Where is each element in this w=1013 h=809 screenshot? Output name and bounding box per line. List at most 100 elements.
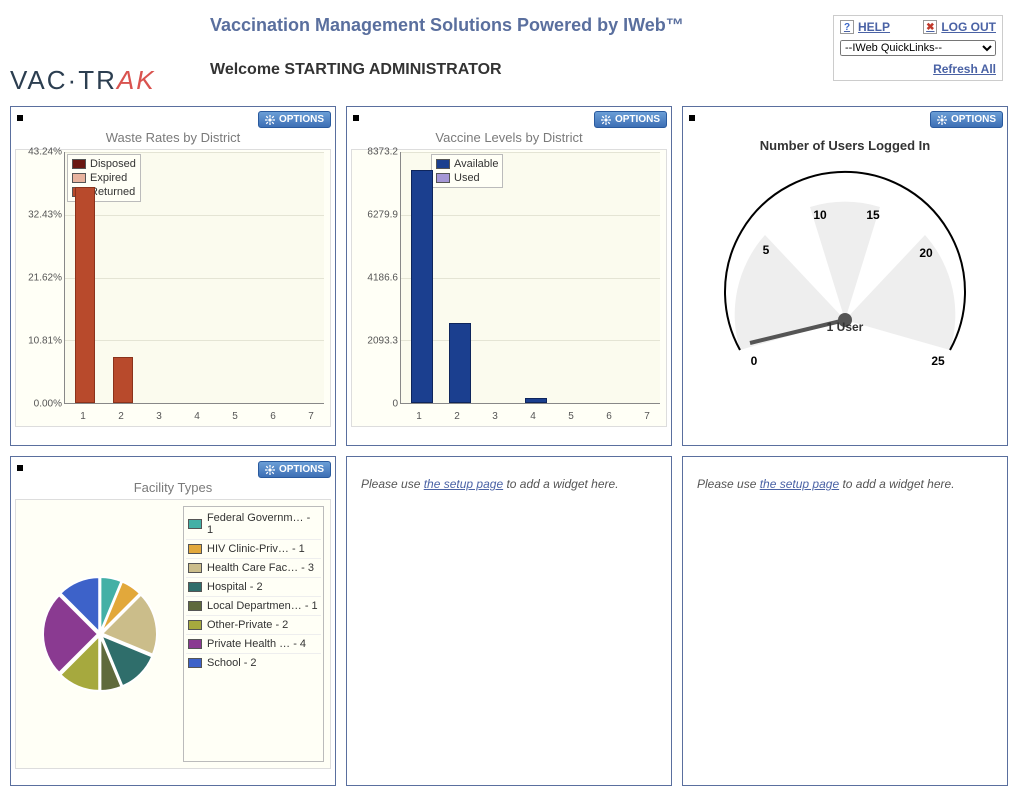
gauge: 0 5 10 15 20 25 1 User: [710, 165, 980, 365]
levels-chart: 8373.2 6279.9 4186.6 2093.3 0 Available …: [351, 149, 667, 427]
widget-empty-2: Please use the setup page to add a widge…: [682, 456, 1008, 786]
xtick: 1: [80, 411, 86, 422]
legend-row: Other-Private - 2: [186, 616, 321, 635]
chart-title: Vaccine Levels by District: [347, 130, 671, 145]
xtick: 2: [454, 411, 460, 422]
gear-icon: [265, 115, 275, 125]
ytick: 32.43%: [18, 210, 62, 221]
options-label: OPTIONS: [951, 114, 996, 125]
empty-prefix: Please use: [361, 477, 424, 491]
waste-chart: 43.24% 32.43% 21.62% 10.81% 0.00% Dispos…: [15, 149, 331, 427]
widget-vaccine-levels: OPTIONS Vaccine Levels by District 8373.…: [346, 106, 672, 446]
xtick: 2: [118, 411, 124, 422]
gear-icon: [601, 115, 611, 125]
top-right-panel: ? HELP ✖ LOG OUT --IWeb QuickLinks-- Ref…: [833, 15, 1003, 81]
legend-row: Private Health … - 4: [186, 635, 321, 654]
widget-empty-1: Please use the setup page to add a widge…: [346, 456, 672, 786]
options-label: OPTIONS: [279, 114, 324, 125]
legend-row: Hospital - 2: [186, 578, 321, 597]
widget-bullet: [353, 115, 359, 121]
widget-bullet: [17, 465, 23, 471]
widget-waste-rates: OPTIONS Waste Rates by District 43.24% 3…: [10, 106, 336, 446]
svg-text:0: 0: [751, 354, 758, 365]
legend-row: HIV Clinic-Priv… - 1: [186, 540, 321, 559]
setup-page-link[interactable]: the setup page: [424, 477, 503, 491]
legend-label: Hospital - 2: [207, 581, 263, 593]
bar: [449, 323, 471, 403]
svg-text:5: 5: [763, 243, 770, 257]
widget-facility-types: OPTIONS Facility Types Federal Governm… …: [10, 456, 336, 786]
refresh-all-link[interactable]: Refresh All: [933, 62, 996, 76]
xtick: 4: [530, 411, 536, 422]
setup-page-link[interactable]: the setup page: [760, 477, 839, 491]
xtick: 6: [270, 411, 276, 422]
legend-row: Federal Governm… - 1: [186, 509, 321, 540]
ytick: 43.24%: [18, 147, 62, 158]
xtick: 1: [416, 411, 422, 422]
chart-title: Facility Types: [11, 480, 335, 495]
widget-bullet: [17, 115, 23, 121]
quicklinks-select[interactable]: --IWeb QuickLinks--: [840, 40, 996, 56]
legend-label: Local Departmen… - 1: [207, 600, 318, 612]
legend-row: Health Care Fac… - 3: [186, 559, 321, 578]
xtick: 7: [308, 411, 314, 422]
svg-text:10: 10: [813, 208, 827, 222]
help-icon: ?: [840, 20, 854, 34]
logout-link[interactable]: ✖ LOG OUT: [923, 20, 996, 34]
legend-label: Private Health … - 4: [207, 638, 306, 650]
ytick: 0.00%: [18, 399, 62, 410]
legend-label: Federal Governm… - 1: [207, 512, 319, 536]
ytick: 2093.3: [354, 336, 398, 347]
legend-label: Health Care Fac… - 3: [207, 562, 314, 574]
ytick: 4186.6: [354, 273, 398, 284]
legend-label: Used: [454, 171, 480, 185]
xtick: 3: [492, 411, 498, 422]
gauge-title: Number of Users Logged In: [693, 138, 997, 153]
bar: [525, 398, 547, 403]
svg-text:25: 25: [931, 354, 945, 365]
logo-text: VAC·TR: [10, 65, 117, 95]
legend-label: Expired: [90, 171, 127, 185]
legend-label: School - 2: [207, 657, 257, 669]
chart-title: Waste Rates by District: [11, 130, 335, 145]
pie-chart: [22, 506, 177, 762]
options-button[interactable]: OPTIONS: [930, 111, 1003, 128]
logout-icon: ✖: [923, 20, 937, 34]
xtick: 3: [156, 411, 162, 422]
gear-icon: [265, 465, 275, 475]
empty-suffix: to add a widget here.: [839, 477, 954, 491]
bar: [411, 170, 433, 403]
pie-legend: Federal Governm… - 1 HIV Clinic-Priv… - …: [183, 506, 324, 762]
legend-label: HIV Clinic-Priv… - 1: [207, 543, 305, 555]
ytick: 0: [354, 399, 398, 410]
logout-label: LOG OUT: [941, 20, 996, 34]
options-button[interactable]: OPTIONS: [594, 111, 667, 128]
options-button[interactable]: OPTIONS: [258, 461, 331, 478]
widget-users-gauge: OPTIONS Number of Users Logged In 0 5 10…: [682, 106, 1008, 446]
svg-text:20: 20: [919, 246, 933, 260]
legend-label: Returned: [90, 185, 135, 199]
bar: [75, 187, 95, 403]
legend-label: Disposed: [90, 157, 136, 171]
ytick: 8373.2: [354, 147, 398, 158]
empty-suffix: to add a widget here.: [503, 477, 618, 491]
legend-label: Available: [454, 157, 498, 171]
gauge-value-label: 1 User: [710, 320, 980, 334]
bar: [113, 357, 133, 403]
empty-prefix: Please use: [697, 477, 760, 491]
xtick: 6: [606, 411, 612, 422]
options-button[interactable]: OPTIONS: [258, 111, 331, 128]
logo-text-ak: AK: [117, 65, 156, 95]
help-link[interactable]: ? HELP: [840, 20, 890, 34]
legend-label: Other-Private - 2: [207, 619, 288, 631]
help-label: HELP: [858, 20, 890, 34]
xtick: 5: [568, 411, 574, 422]
legend-row: School - 2: [186, 654, 321, 672]
ytick: 21.62%: [18, 273, 62, 284]
options-label: OPTIONS: [615, 114, 660, 125]
ytick: 6279.9: [354, 210, 398, 221]
legend-row: Local Departmen… - 1: [186, 597, 321, 616]
xtick: 5: [232, 411, 238, 422]
gear-icon: [937, 115, 947, 125]
ytick: 10.81%: [18, 336, 62, 347]
